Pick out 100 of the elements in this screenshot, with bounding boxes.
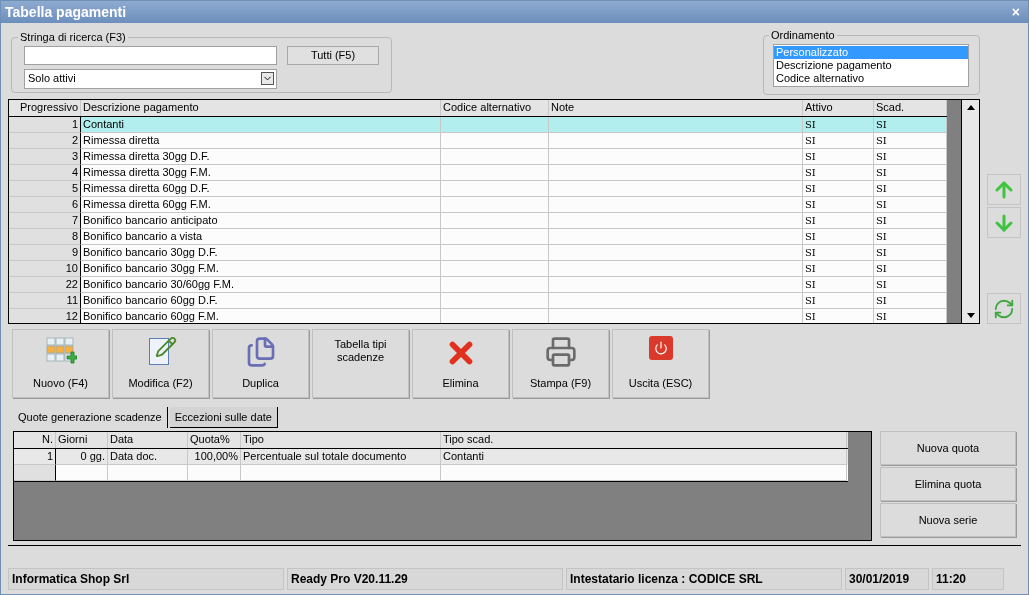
table-row[interactable]: 22 Bonifico bancario 30/60gg F.M. SI SI xyxy=(9,277,947,293)
column-header[interactable]: Giorni xyxy=(56,432,108,448)
status-bar-field: Ready Pro V20.11.29 xyxy=(287,568,563,590)
table-cell: SI xyxy=(805,135,816,146)
table-row[interactable]: 5 Rimessa diretta 60gg D.F. SI SI xyxy=(9,181,947,197)
table-row[interactable]: 1 Contanti SI SI xyxy=(9,117,947,133)
table-cell: 2 xyxy=(71,134,78,146)
table-cell: SI xyxy=(876,247,887,258)
table-row[interactable]: 12 Bonifico bancario 60gg F.M. SI SI xyxy=(9,309,947,323)
table-cell: SI xyxy=(876,231,887,242)
table-cell: SI xyxy=(805,215,816,226)
table-row[interactable]: 6 Rimessa diretta 60gg F.M. SI SI xyxy=(9,197,947,213)
filter-dropdown[interactable]: Solo attivi xyxy=(24,68,277,89)
table-cell: SI xyxy=(876,215,887,226)
table-cell: Data doc. xyxy=(110,450,158,462)
search-field[interactable] xyxy=(24,45,277,65)
table-cell: 8 xyxy=(71,230,78,242)
column-header[interactable]: Progressivo xyxy=(9,100,81,116)
table-cell: SI xyxy=(805,279,816,290)
toolbar-button[interactable]: Modifica (F2) xyxy=(112,329,209,398)
table-cell: Rimessa diretta 60gg F.M. xyxy=(83,198,211,210)
toolbar-button[interactable]: Stampa (F9) xyxy=(512,329,609,398)
column-header[interactable]: Attivo xyxy=(803,100,874,116)
table-cell: 1 xyxy=(46,450,53,462)
status-bar-field: 30/01/2019 xyxy=(845,568,929,590)
table-cell: Rimessa diretta xyxy=(83,134,160,146)
power-icon xyxy=(648,336,673,360)
window-title: Tabella pagamenti xyxy=(5,2,127,22)
table-cell: 3 xyxy=(71,150,78,162)
scrollbar[interactable] xyxy=(962,99,980,324)
table-cell: Contanti xyxy=(83,118,124,130)
status-bar-field: 11:20 xyxy=(932,568,1004,590)
table-cell: Bonifico bancario anticipato xyxy=(83,214,218,226)
toolbar-button[interactable]: Nuovo (F4) xyxy=(12,329,109,398)
table-row[interactable]: 2 Rimessa diretta SI SI xyxy=(9,133,947,149)
column-header[interactable]: Codice alternativo xyxy=(441,100,549,116)
table-cell: 11 xyxy=(66,294,78,306)
column-header[interactable]: Descrizione pagamento xyxy=(81,100,441,116)
table-row[interactable]: 3 Rimessa diretta 30gg D.F. SI SI xyxy=(9,149,947,165)
table-cell: Bonifico bancario 60gg D.F. xyxy=(83,294,218,306)
table-row[interactable]: 11 Bonifico bancario 60gg D.F. SI SI xyxy=(9,293,947,309)
toolbar-button[interactable]: Duplica xyxy=(212,329,309,398)
table-row[interactable]: 8 Bonifico bancario a vista SI SI xyxy=(9,229,947,245)
table-cell: Rimessa diretta 30gg F.M. xyxy=(83,166,211,178)
table-cell: SI xyxy=(876,151,887,162)
table-cell: 4 xyxy=(71,166,78,178)
show-all-button[interactable]: Tutti (F5) xyxy=(287,45,379,65)
table-cell: Rimessa diretta 30gg D.F. xyxy=(83,150,210,162)
quote-action-button[interactable]: Nuova quota xyxy=(880,431,1016,465)
column-header[interactable]: Tipo scad. xyxy=(441,432,847,448)
table-row[interactable]: 10 Bonifico bancario 30gg F.M. SI SI xyxy=(9,261,947,277)
scroll-up-icon[interactable] xyxy=(966,105,975,110)
quote-action-button[interactable]: Nuova serie xyxy=(880,503,1016,537)
column-header[interactable]: N. xyxy=(14,432,56,448)
table-row[interactable]: 7 Bonifico bancario anticipato SI SI xyxy=(9,213,947,229)
toolbar-button[interactable]: Uscita (ESC) xyxy=(612,329,709,398)
column-header[interactable]: Tipo xyxy=(241,432,441,448)
column-header[interactable]: Quota% xyxy=(188,432,241,448)
table-cell: SI xyxy=(805,263,816,274)
scroll-down-icon[interactable] xyxy=(966,313,975,318)
refresh-button[interactable] xyxy=(987,293,1021,324)
table-cell: Bonifico bancario 60gg F.M. xyxy=(83,310,219,322)
ordering-option[interactable]: Codice alternativo xyxy=(774,71,968,85)
tab[interactable]: Eccezioni sulle date xyxy=(169,407,278,428)
table-cell: 12 xyxy=(65,310,78,322)
toolbar-button[interactable]: Elimina xyxy=(412,329,509,398)
group-legend: Ordinamento xyxy=(769,27,837,44)
table-cell: SI xyxy=(876,119,887,130)
move-up-button[interactable] xyxy=(987,174,1021,205)
printer-icon xyxy=(544,336,577,368)
status-bar-field: Intestatario licenza : CODICE SRL xyxy=(566,568,842,590)
table-row[interactable]: 9 Bonifico bancario 30gg D.F. SI SI xyxy=(9,245,947,261)
toolbar-button[interactable]: Tabella tipi scadenze xyxy=(312,329,409,398)
move-down-button[interactable] xyxy=(987,207,1021,238)
column-header[interactable]: Note xyxy=(549,100,803,116)
table-cell: 0 gg. xyxy=(80,450,105,462)
table-row[interactable]: 1 0 gg. Data doc. 100,00% Percentuale sul totale documento Contanti xyxy=(14,449,848,465)
table-cell: Bonifico bancario a vista xyxy=(83,230,203,242)
ordering-option[interactable]: Descrizione pagamento xyxy=(774,58,968,72)
table-cell: SI xyxy=(805,119,816,130)
table-cell: SI xyxy=(876,263,887,274)
table-cell: SI xyxy=(876,167,887,178)
table-cell: 10 xyxy=(65,262,78,274)
table-row[interactable]: 4 Rimessa diretta 30gg F.M. SI SI xyxy=(9,165,947,181)
table-cell: 22 xyxy=(65,278,78,290)
table-cell: SI xyxy=(876,295,887,306)
column-header[interactable]: Data xyxy=(108,432,188,448)
table-cell: SI xyxy=(876,199,887,210)
table-cell: SI xyxy=(876,311,887,322)
table-cell: SI xyxy=(876,183,887,194)
table-cell: SI xyxy=(805,183,816,194)
column-header[interactable]: Scad. xyxy=(874,100,947,116)
quote-action-button[interactable]: Elimina quota xyxy=(880,467,1016,501)
table-cell: SI xyxy=(805,199,816,210)
table-cell: 9 xyxy=(71,246,78,258)
table-cell: Bonifico bancario 30gg D.F. xyxy=(83,246,218,258)
group-legend: Stringa di ricerca (F3) xyxy=(18,29,128,46)
table-cell: Percentuale sul totale documento xyxy=(243,450,407,462)
table-cell: SI xyxy=(805,247,816,258)
table-cell: Bonifico bancario 30/60gg F.M. xyxy=(83,278,235,290)
